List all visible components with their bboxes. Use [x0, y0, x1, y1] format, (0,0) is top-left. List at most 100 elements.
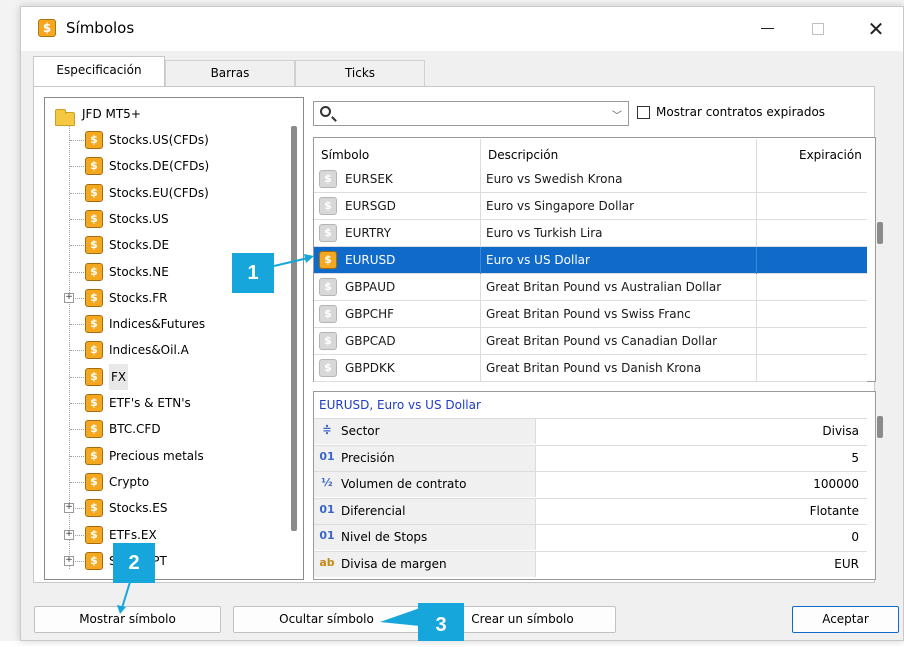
tree-item[interactable]: $ Stocks.US	[45, 206, 285, 232]
column-divider	[756, 328, 757, 355]
tree-connector	[70, 218, 84, 220]
description-cell: Euro vs Singapore Dollar	[486, 199, 635, 213]
tree-item[interactable]: + $ ETFs.EX	[45, 522, 285, 548]
property-row: 01 Precisión 5	[314, 444, 867, 471]
symbol-cell: GBPCAD	[345, 334, 396, 348]
expand-icon[interactable]: +	[64, 292, 74, 303]
maximize-button[interactable]	[795, 13, 841, 45]
dollar-coin-icon: $	[85, 551, 103, 570]
fraction-icon: ½	[321, 476, 333, 489]
tree-item-label: Stocks.US	[109, 211, 169, 226]
tree-item[interactable]: $ ETF's & ETN's	[45, 390, 285, 416]
tree-item[interactable]: $ Stocks.EU(CFDs)	[45, 180, 285, 206]
tab-barras[interactable]: Barras	[165, 60, 295, 86]
symbol-cell: EURSGD	[345, 199, 396, 213]
tree-connector	[70, 245, 84, 247]
description-cell: Great Britan Pound vs Swiss Franc	[486, 307, 691, 321]
table-row[interactable]: $ GBPAUD Great Britan Pound vs Australian …	[314, 274, 867, 301]
tree-item-label: Stocks.US(CFDs)	[109, 133, 209, 147]
tab-especificacion[interactable]: Especificación	[33, 56, 165, 87]
column-divider	[756, 220, 757, 247]
expand-icon[interactable]: +	[64, 529, 74, 540]
tree-item[interactable]: $ Stocks.DE(CFDs)	[45, 153, 285, 179]
tree-item[interactable]: $ Stocks.US(CFDs)	[45, 127, 285, 153]
property-label-cell: 01 Precisión	[314, 445, 536, 471]
dollar-coin-icon: $	[85, 420, 103, 439]
table-row[interactable]: $ EURSGD Euro vs Singapore Dollar	[314, 193, 867, 220]
show-expired-label: Mostrar contratos expirados	[656, 105, 826, 119]
callout-arrow-3	[380, 608, 420, 626]
search-input[interactable]	[338, 104, 602, 124]
property-label: Diferencial	[341, 503, 406, 518]
symbol-search[interactable]: ﹀	[313, 101, 629, 126]
property-label-cell: ab Divisa de margen	[314, 551, 536, 577]
digits-icon: 01	[319, 529, 335, 542]
close-button[interactable]: ✕	[853, 13, 899, 45]
symbol-group-tree[interactable]: JFD MT5+ $ Stocks.US(CFDs) $ Stocks.DE(CFDs…	[44, 97, 304, 580]
column-header-symbol[interactable]: Símbolo	[321, 142, 369, 168]
minimize-button[interactable]	[745, 13, 791, 45]
tree-root[interactable]: JFD MT5+	[45, 101, 285, 127]
callout-badge-1: 1	[232, 253, 274, 293]
property-label-cell: ≑ Sector	[314, 419, 536, 444]
chevron-down-icon[interactable]: ﹀	[612, 107, 622, 122]
tree-item[interactable]: + $ Stocks.ES	[45, 495, 285, 521]
dollar-coin-icon: $	[85, 131, 103, 149]
tree-item-label: Stocks.ES	[109, 501, 168, 516]
callout-arrow-1	[273, 254, 314, 267]
table-row[interactable]: $ GBPCAD Great Britan Pound vs Canadian Do…	[314, 328, 867, 355]
expand-icon[interactable]: +	[64, 503, 74, 514]
table-row[interactable]: $ EURUSD Euro vs US Dollar	[314, 247, 867, 274]
dollar-coin-icon: $	[85, 262, 103, 281]
tree-item[interactable]: $ Precious metals	[45, 443, 285, 469]
sector-icon: ≑	[322, 423, 332, 436]
column-divider	[756, 166, 757, 193]
description-cell: Great Britan Pound vs Canadian Dollar	[486, 334, 718, 348]
table-row[interactable]: $ EURTRY Euro vs Turkish Lira	[314, 220, 867, 247]
show-expired-checkbox[interactable]	[637, 106, 650, 119]
description-cell: Euro vs Turkish Lira	[486, 226, 603, 240]
description-cell: Euro vs US Dollar	[486, 253, 590, 267]
dollar-coin-icon: $	[85, 367, 103, 386]
column-divider	[756, 301, 757, 328]
folder-icon	[55, 109, 75, 126]
dollar-coin-icon: $	[85, 288, 103, 307]
tab-ticks[interactable]: Ticks	[295, 60, 425, 86]
tree-item[interactable]: $ Crypto	[45, 469, 285, 495]
property-value: Flotante	[809, 503, 859, 518]
dollar-coin-icon: $	[319, 224, 337, 242]
tree-item[interactable]: $ BTC.CFD	[45, 416, 285, 442]
column-header-description[interactable]: Descripción	[488, 142, 558, 168]
tree-item-label: Stocks.FR	[109, 290, 168, 305]
tree-item[interactable]: $ Indices&Futures	[45, 311, 285, 337]
properties-scrollbar[interactable]	[877, 416, 883, 438]
expand-icon[interactable]: +	[64, 555, 74, 566]
column-divider	[480, 193, 481, 220]
tree-item[interactable]: $ Indices&Oil.A	[45, 337, 285, 363]
ok-button[interactable]: Aceptar	[792, 606, 899, 633]
property-value: 5	[851, 450, 859, 465]
symbol-cell: EURTRY	[345, 226, 392, 240]
tree-item-label: BTC.CFD	[109, 422, 161, 437]
tree-item[interactable]: +$Stocks.PT	[45, 548, 285, 574]
dollar-coin-icon: $	[85, 209, 103, 228]
symbol-cell: EURUSD	[345, 253, 396, 267]
dollar-coin-icon: $	[85, 315, 103, 334]
table-row[interactable]: $ EURSEK Euro vs Swedish Krona	[314, 166, 867, 193]
column-divider	[756, 355, 757, 382]
property-label: Sector	[341, 424, 380, 438]
tree-connector	[70, 166, 84, 168]
column-header-expiration[interactable]: Expiración	[799, 142, 862, 168]
table-row[interactable]: $ GBPCHF Great Britan Pound vs Swiss Franc	[314, 301, 867, 328]
tree-item[interactable]: $ FX	[45, 363, 285, 390]
column-divider	[756, 139, 757, 166]
tree-scrollbar[interactable]	[291, 126, 297, 531]
table-scrollbar[interactable]	[877, 222, 883, 244]
text-icon: ab	[319, 555, 335, 569]
dollar-coin-icon: $	[319, 197, 337, 215]
column-divider	[480, 139, 481, 166]
dollar-coin-icon: $	[319, 332, 337, 350]
tree-item-label: Indices&Futures	[109, 317, 206, 332]
property-label: Divisa de margen	[341, 556, 447, 571]
table-row[interactable]: $ GBPDKK Great Britan Pound vs Danish Kron…	[314, 355, 867, 382]
